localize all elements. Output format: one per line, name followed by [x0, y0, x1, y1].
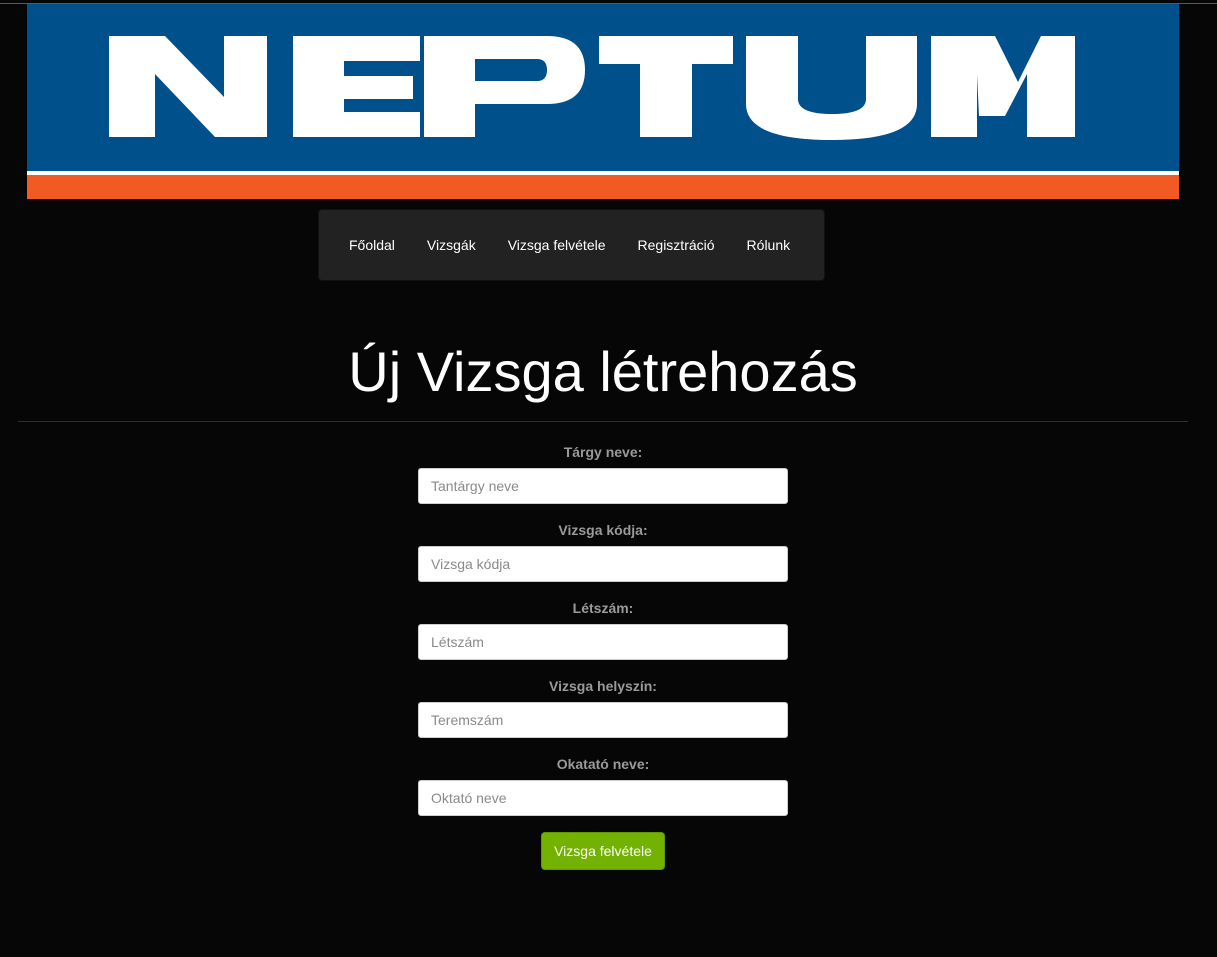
subject-name-input[interactable]: [418, 468, 788, 504]
subject-name-label: Tárgy neve:: [563, 444, 643, 460]
subject-name-field-group: Tárgy neve:: [418, 442, 788, 504]
instructor-name-label: Okatató neve:: [556, 756, 650, 772]
page-title: Új Vizsga létrehozás: [348, 340, 858, 403]
headcount-field-group: Létszám:: [418, 598, 788, 660]
nav-item-rolunk[interactable]: Rólunk: [731, 235, 807, 255]
submit-wrapper: Vizsga felvétele: [418, 832, 788, 870]
exam-code-input[interactable]: [418, 546, 788, 582]
nav-item-vizsga-felvetele[interactable]: Vizsga felvétele: [492, 235, 622, 255]
exam-code-field-group: Vizsga kódja:: [418, 520, 788, 582]
headcount-input[interactable]: [418, 624, 788, 660]
neptum-logo-banner: [27, 4, 1179, 199]
exam-location-field-group: Vizsga helyszín:: [418, 676, 788, 738]
nav-item-regisztracio[interactable]: Regisztráció: [622, 235, 731, 255]
submit-exam-button[interactable]: Vizsga felvétele: [541, 832, 665, 870]
title-divider: [18, 421, 1188, 422]
instructor-name-field-group: Okatató neve:: [418, 754, 788, 816]
nav-item-vizsgak[interactable]: Vizsgák: [411, 235, 492, 255]
exam-location-label: Vizsga helyszín:: [549, 678, 657, 694]
new-exam-form: Tárgy neve: Vizsga kódja: Létszám: Vizsg…: [418, 442, 788, 870]
exam-code-label: Vizsga kódja:: [558, 522, 648, 538]
exam-location-input[interactable]: [418, 702, 788, 738]
headcount-label: Létszám:: [572, 600, 634, 616]
nav-item-fooldal[interactable]: Főoldal: [333, 235, 411, 255]
main-navbar: Főoldal Vizsgák Vizsga felvétele Regiszt…: [318, 209, 825, 281]
instructor-name-input[interactable]: [418, 780, 788, 816]
neptum-logo: [27, 4, 1179, 199]
